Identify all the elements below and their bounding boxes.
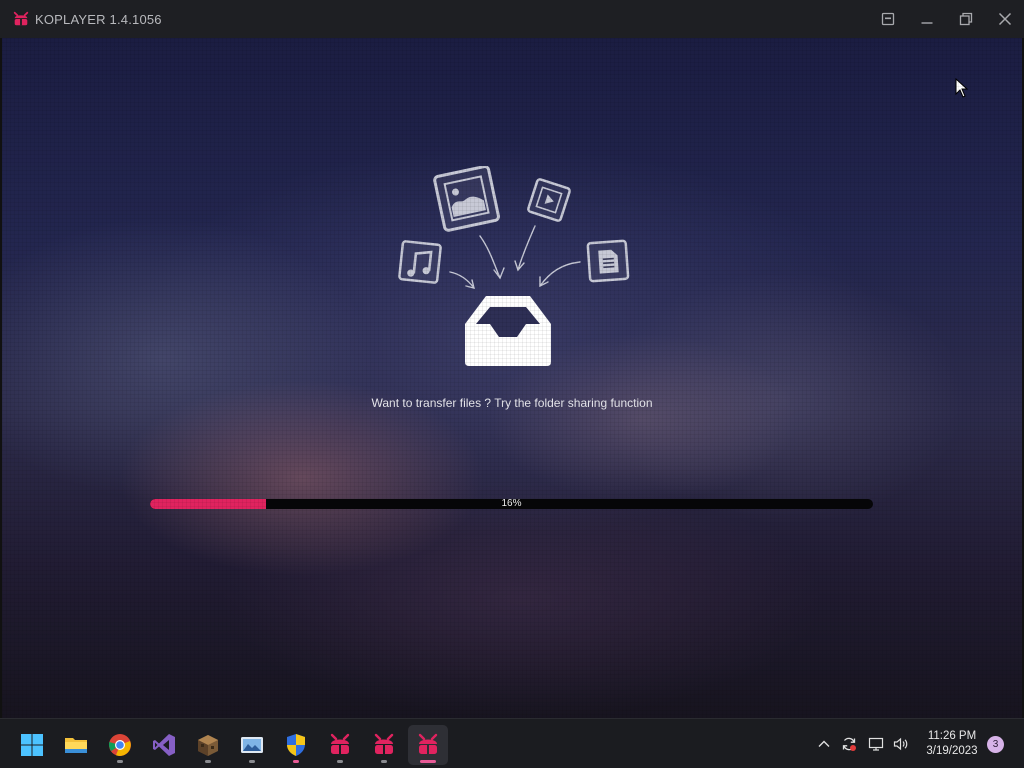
window-controls (868, 0, 1024, 38)
close-button[interactable] (985, 0, 1024, 38)
running-indicator (420, 760, 436, 763)
running-indicator (205, 760, 211, 763)
taskbar: 11:26 PM 3/19/2023 3 (0, 718, 1024, 768)
video-file-icon (527, 178, 571, 222)
taskbar-security[interactable] (276, 725, 316, 765)
taskbar-minecraft[interactable] (188, 725, 228, 765)
taskbar-koplayer-2[interactable] (364, 725, 404, 765)
taskbar-visual-studio[interactable] (144, 725, 184, 765)
emulator-screen[interactable]: Want to transfer files ? Try the folder … (2, 38, 1022, 718)
running-indicator (293, 760, 299, 763)
title-bar[interactable]: KOPLAYER 1.4.1056 (0, 0, 1024, 38)
minecraft-icon (198, 735, 218, 756)
taskbar-koplayer-3[interactable] (408, 725, 448, 765)
network-icon (868, 737, 884, 751)
notification-badge[interactable]: 3 (987, 736, 1004, 753)
koplayer-icon (418, 733, 438, 754)
taskbar-chrome[interactable] (100, 725, 140, 765)
restore-icon (959, 12, 972, 26)
clock-time: 11:26 PM (927, 730, 977, 742)
security-shield-icon (287, 734, 305, 756)
window-title: KOPLAYER 1.4.1056 (35, 11, 162, 27)
file-explorer-icon (65, 738, 87, 753)
progress-label: 16% (501, 499, 522, 509)
network-tray-button[interactable] (865, 719, 887, 768)
taskbar-image-viewer[interactable] (232, 725, 272, 765)
koplayer-logo-icon (13, 11, 29, 26)
image-viewer-icon (241, 737, 263, 753)
minimize-button[interactable] (907, 0, 946, 38)
image-file-icon (433, 166, 500, 232)
taskbar-koplayer-1[interactable] (320, 725, 360, 765)
start-icon (21, 734, 43, 756)
sync-tray-button[interactable] (838, 719, 860, 768)
running-indicator (249, 760, 255, 763)
inbox-tray-icon (465, 296, 551, 366)
clock-date: 3/19/2023 (926, 745, 978, 757)
restore-button[interactable] (946, 0, 985, 38)
visual-studio-icon (153, 734, 175, 756)
pin-window-button[interactable] (868, 0, 907, 38)
close-icon (998, 12, 1011, 26)
clock[interactable]: 11:26 PM 3/19/2023 (916, 729, 988, 759)
running-indicator (117, 760, 123, 763)
taskbar-file-explorer[interactable] (56, 725, 96, 765)
show-hidden-icons-button[interactable] (814, 719, 834, 768)
pin-window-icon (881, 12, 894, 26)
loading-progress-bar: 16% (150, 499, 873, 509)
file-sharing-tip: Want to transfer files ? Try the folder … (371, 396, 653, 410)
start-button[interactable] (12, 725, 52, 765)
chrome-icon (108, 734, 131, 756)
sync-icon (842, 737, 856, 751)
chevron-up-icon (818, 740, 830, 747)
running-indicator (381, 760, 387, 763)
document-file-icon (586, 239, 630, 283)
music-file-icon (398, 240, 442, 284)
volume-icon (893, 737, 908, 751)
file-sharing-illustration (398, 166, 630, 366)
koplayer-icon (374, 733, 394, 754)
koplayer-icon (330, 733, 350, 754)
mouse-cursor-icon (955, 78, 969, 98)
running-indicator (337, 760, 343, 763)
minimize-icon (921, 22, 932, 24)
volume-tray-button[interactable] (890, 719, 912, 768)
